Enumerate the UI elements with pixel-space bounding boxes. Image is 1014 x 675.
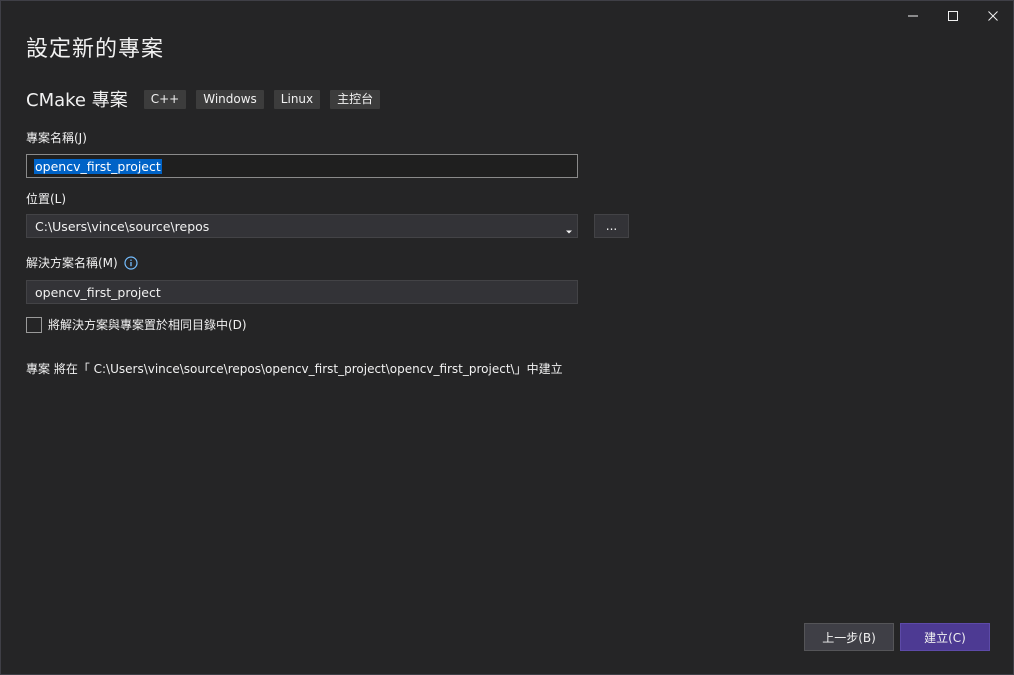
tag-platform-linux: Linux	[273, 89, 321, 109]
template-header: CMake 專案 C++ Windows Linux 主控台	[26, 86, 390, 112]
create-button[interactable]: 建立(C)	[900, 623, 990, 651]
project-name-value: opencv_first_project	[34, 158, 162, 174]
same-directory-checkbox[interactable]	[26, 316, 42, 333]
location-value: C:\Users\vince\source\repos	[35, 218, 210, 234]
chevron-down-icon[interactable]	[565, 223, 573, 238]
project-path-info: 專案 將在「 C:\Users\vince\source\repos\openc…	[26, 362, 563, 376]
solution-name-label-row: 解決方案名稱(M)	[26, 254, 138, 271]
minimize-icon[interactable]	[893, 1, 933, 31]
maximize-icon[interactable]	[933, 1, 973, 31]
back-button[interactable]: 上一步(B)	[804, 623, 894, 651]
new-project-dialog: 設定新的專案 CMake 專案 C++ Windows Linux 主控台 專案…	[0, 0, 1014, 675]
solution-name-label: 解決方案名稱(M)	[26, 256, 118, 270]
location-combobox[interactable]: C:\Users\vince\source\repos	[26, 214, 578, 238]
solution-name-value: opencv_first_project	[35, 284, 161, 300]
same-directory-label: 將解決方案與專案置於相同目錄中(D)	[48, 318, 247, 332]
project-name-label: 專案名稱(J)	[26, 131, 87, 145]
tag-language: C++	[143, 89, 187, 109]
window-controls	[893, 1, 1013, 31]
template-name: CMake 專案	[26, 90, 128, 111]
tag-platform-windows: Windows	[196, 89, 264, 109]
page-title: 設定新的專案	[26, 37, 165, 62]
solution-name-input[interactable]: opencv_first_project	[26, 280, 578, 304]
same-directory-option[interactable]: 將解決方案與專案置於相同目錄中(D)	[26, 316, 247, 333]
project-name-input[interactable]: opencv_first_project	[26, 154, 578, 178]
tag-project-type: 主控台	[330, 89, 381, 109]
location-label: 位置(L)	[26, 192, 67, 206]
info-icon[interactable]	[124, 255, 138, 270]
close-icon[interactable]	[973, 1, 1013, 31]
browse-button[interactable]: ...	[594, 214, 629, 238]
